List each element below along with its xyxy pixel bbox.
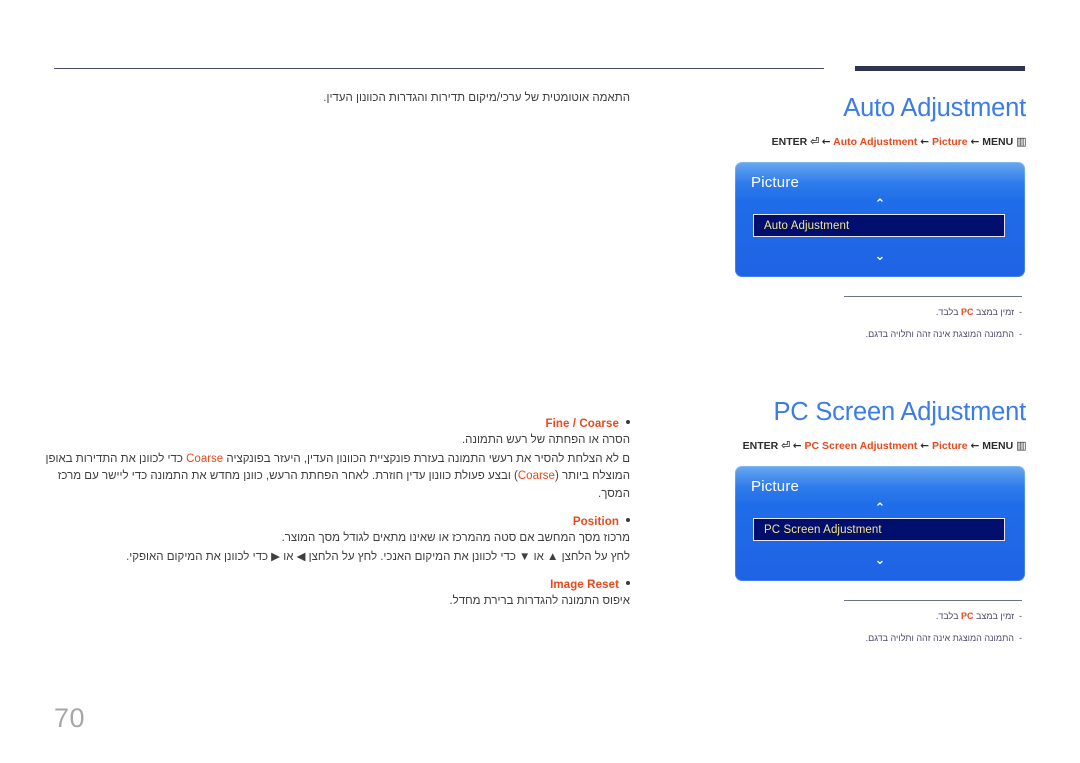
menu-breadcrumb: ENTER ⏎ ← PC Screen Adjustment ← Picture… (735, 439, 1027, 452)
notes-divider (844, 600, 1022, 601)
breadcrumb-parent[interactable]: Picture (932, 136, 968, 148)
intro-text-block: התאמה אוטומטית של ערכי/מיקום תדירות והגד… (40, 90, 630, 107)
enter-key-icon: ⏎ (781, 439, 790, 452)
breadcrumb-arrow-icon: ← (821, 136, 831, 148)
header-divider-left (54, 68, 824, 69)
breadcrumb-enter-label: ENTER (771, 136, 808, 148)
note-dash: - (1019, 329, 1022, 339)
note-dash: - (1019, 633, 1022, 643)
page-number: 70 (54, 703, 86, 733)
section-header: Fine / Coarse (40, 418, 630, 430)
section-fine-coarse: Fine / Coarse הסרה או הפחתה של רעש התמונ… (40, 418, 630, 503)
osd-menu-preview: Picture ⌃ Auto Adjustment ⌄ (735, 162, 1025, 277)
page-title: PC Screen Adjustment (773, 398, 1026, 426)
menu-key-icon: ▥ (1016, 135, 1026, 148)
section-line: איפוס התמונה להגדרות ברירת מחדל. (449, 595, 630, 607)
keyword-pc: PC (961, 307, 974, 317)
header-accent-bar (855, 66, 1025, 71)
osd-title: Picture (751, 174, 800, 191)
block-pc-screen-adjustment: PC Screen Adjustment ENTER ⏎ ← PC Screen… (735, 396, 1030, 645)
chevron-down-icon[interactable]: ⌄ (735, 250, 1025, 263)
chevron-up-icon[interactable]: ⌃ (735, 502, 1025, 515)
section-line: הסרה או הפחתה של רעש התמונה. (461, 434, 630, 446)
section-body: איפוס התמונה להגדרות ברירת מחדל. (40, 593, 630, 611)
note-item: - התמונה המוצגת אינה זהה ותלויה בדגם. (735, 328, 1022, 341)
keyword-coarse: Coarse (186, 452, 224, 465)
text-fragment: ם לא הצלחת להסיר את רעשי התמונה בעזרת פו… (223, 452, 630, 465)
breadcrumb-item[interactable]: PC Screen Adjustment (805, 440, 918, 452)
bullet-icon (626, 518, 630, 522)
note-dash: - (1019, 611, 1022, 621)
keyword-pc: PC (961, 611, 974, 621)
notes-divider (844, 296, 1022, 297)
section-header: Image Reset (40, 579, 630, 591)
section-position: Position מרכוז מסך המחשב אם סטה מהמרכז א… (40, 516, 630, 566)
section-line: לחץ על הלחצן ▲ או ▼ כדי לכוונן את המיקום… (126, 550, 630, 563)
notes-list: - זמין במצב PC בלבד. - התמונה המוצגת אינ… (735, 296, 1030, 341)
note-text: התמונה המוצגת אינה זהה ותלויה בדגם. (865, 329, 1014, 339)
osd-selected-row[interactable]: PC Screen Adjustment (753, 518, 1005, 541)
keyword-coarse: Coarse (517, 470, 555, 482)
note-item: - זמין במצב PC בלבד. (735, 306, 1022, 319)
menu-key-icon: ▥ (1016, 439, 1026, 452)
menu-breadcrumb: ENTER ⏎ ← Auto Adjustment ← Picture ← ME… (735, 135, 1027, 148)
block-auto-adjustment: Auto Adjustment ENTER ⏎ ← Auto Adjustmen… (735, 92, 1030, 341)
text-fragment: כדי לכוונן את התדירות באופן (45, 452, 187, 465)
text-fragment: בלבד. (935, 611, 962, 621)
section-line: המוצלח ביותר (Coarse) ובצע פעולת כוונון … (40, 468, 630, 503)
section-line: מרכוז מסך המחשב אם סטה מהמרכז או שאינו מ… (281, 532, 630, 544)
note-dash: - (1019, 307, 1022, 317)
note-item: - התמונה המוצגת אינה זהה ותלויה בדגם. (735, 632, 1022, 645)
chevron-down-icon[interactable]: ⌄ (735, 554, 1025, 567)
breadcrumb-arrow-icon: ← (970, 440, 980, 452)
text-fragment: בלבד. (935, 307, 962, 317)
osd-row-label: PC Screen Adjustment (764, 523, 882, 536)
notes-list: - זמין במצב PC בלבד. - התמונה המוצגת אינ… (735, 600, 1030, 645)
section-title: Fine / Coarse (545, 418, 619, 430)
text-fragment: זמין במצב (973, 611, 1014, 621)
page-title: Auto Adjustment (843, 94, 1026, 122)
note-text: זמין במצב PC בלבד. (936, 306, 1014, 319)
section-body: מרכוז מסך המחשב אם סטה מהמרכז או שאינו מ… (40, 530, 630, 566)
breadcrumb-arrow-icon: ← (970, 136, 980, 148)
osd-selected-row[interactable]: Auto Adjustment (753, 214, 1005, 237)
text-fragment: זמין במצב (973, 307, 1014, 317)
section-title: Image Reset (550, 579, 619, 591)
osd-menu-preview: Picture ⌃ PC Screen Adjustment ⌄ (735, 466, 1025, 581)
note-text: זמין במצב PC בלבד. (936, 610, 1014, 623)
intro-paragraph: התאמה אוטומטית של ערכי/מיקום תדירות והגד… (323, 92, 630, 104)
note-text: התמונה המוצגת אינה זהה ותלויה בדגם. (865, 633, 1014, 643)
section-image-reset: Image Reset איפוס התמונה להגדרות ברירת מ… (40, 579, 630, 611)
chevron-up-icon[interactable]: ⌃ (735, 198, 1025, 211)
breadcrumb-menu-label: MENU (982, 440, 1014, 452)
breadcrumb-arrow-icon: ← (792, 440, 802, 452)
breadcrumb-menu-label: MENU (982, 136, 1014, 148)
right-column: Auto Adjustment ENTER ⏎ ← Auto Adjustmen… (735, 92, 1030, 645)
section-line: ם לא הצלחת להסיר את רעשי התמונה בעזרת פו… (40, 451, 630, 469)
enter-key-icon: ⏎ (810, 135, 819, 148)
breadcrumb-enter-label: ENTER (742, 440, 779, 452)
breadcrumb-item[interactable]: Auto Adjustment (833, 136, 917, 148)
breadcrumb-arrow-icon: ← (920, 136, 930, 148)
note-item: - זמין במצב PC בלבד. (735, 610, 1022, 623)
feature-sections: Fine / Coarse הסרה או הפחתה של רעש התמונ… (40, 418, 630, 624)
osd-title: Picture (751, 478, 800, 495)
breadcrumb-parent[interactable]: Picture (932, 440, 968, 452)
osd-row-label: Auto Adjustment (764, 219, 850, 232)
bullet-icon (626, 420, 630, 424)
section-header: Position (40, 516, 630, 528)
section-title: Position (572, 516, 619, 528)
section-body: הסרה או הפחתה של רעש התמונה. ם לא הצלחת … (40, 432, 630, 503)
breadcrumb-arrow-icon: ← (920, 440, 930, 452)
text-fragment: המוצלח ביותר ( (554, 470, 630, 482)
bullet-icon (626, 581, 630, 585)
